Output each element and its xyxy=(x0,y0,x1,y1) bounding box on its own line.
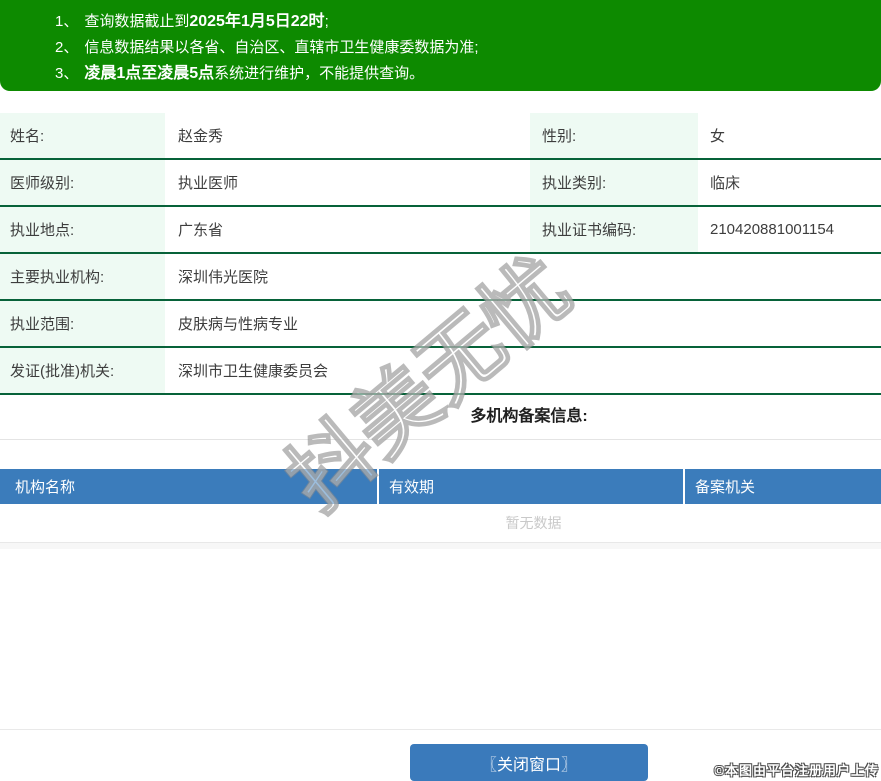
table-row: 发证(批准)机关: 深圳市卫生健康委员会 xyxy=(0,348,881,395)
field-label-practice-category: 执业类别: xyxy=(530,160,698,205)
table-row: 执业地点: 广东省 执业证书编码: 210420881001154 xyxy=(0,207,881,254)
field-value-practice-scope: 皮肤病与性病专业 xyxy=(178,316,299,333)
field-label-practice-location: 执业地点: xyxy=(0,207,165,252)
practitioner-info-table: 姓名: 赵金秀 性别: 女 医师级别: 执业医师 执业类别: 临床 执业地点: … xyxy=(0,113,881,395)
notice-banner: 1、 查询数据截止到2025年1月5日22时; 2、 信息数据结果以各省、自治区、直… xyxy=(0,0,881,91)
table-row: 医师级别: 执业医师 执业类别: 临床 xyxy=(0,160,881,207)
field-value-practice-category: 临床 xyxy=(710,175,741,192)
table-footer-strip xyxy=(0,543,881,549)
field-value-name: 赵金秀 xyxy=(178,128,224,145)
field-value-issuing-authority: 深圳市卫生健康委员会 xyxy=(178,363,329,380)
credit-watermark: ©本图由平台注册用户上传 xyxy=(714,763,879,778)
field-label-name: 姓名: xyxy=(0,113,165,158)
table-row: 执业范围: 皮肤病与性病专业 xyxy=(0,301,881,348)
notice-item-text: 信息数据结果以各省、自治区、直辖市卫生健康委数据为准; xyxy=(84,39,479,56)
column-header-validity-period: 有效期 xyxy=(377,469,683,504)
column-header-filing-authority: 备案机关 xyxy=(683,469,881,504)
notice-item-text: ; xyxy=(324,13,329,30)
notice-item-bold-text: 2025年1月5日22时 xyxy=(189,13,325,30)
close-window-button[interactable]: 〖关闭窗口〗 xyxy=(410,744,648,781)
filing-table-header: 机构名称 有效期 备案机关 xyxy=(0,469,881,504)
field-label-main-institution: 主要执业机构: xyxy=(0,254,165,299)
section-divider xyxy=(0,439,881,440)
empty-data-placeholder: 暂无数据 xyxy=(0,504,881,543)
field-label-practice-scope: 执业范围: xyxy=(0,301,165,346)
notice-item-3: 3、 凌晨1点至凌晨5点系统进行维护，不能提供查询。 xyxy=(55,61,861,87)
table-row: 主要执业机构: 深圳伟光医院 xyxy=(0,254,881,301)
field-label-certificate-number: 执业证书编码: xyxy=(530,207,698,252)
filing-section-title: 多机构备案信息: xyxy=(470,408,588,425)
notice-item-2: 2、 信息数据结果以各省、自治区、直辖市卫生健康委数据为准; xyxy=(55,35,861,61)
notice-item-number: 1、 xyxy=(55,13,79,30)
notice-item-text: 查询数据截止到 xyxy=(84,13,190,30)
notice-item-number: 3、 xyxy=(55,65,79,82)
field-value-doctor-level: 执业医师 xyxy=(178,175,239,192)
column-header-institution-name: 机构名称 xyxy=(15,479,76,496)
notice-item-bold-text: 凌晨1点至凌晨5点 xyxy=(84,65,215,82)
notice-item-number: 2、 xyxy=(55,39,79,56)
field-value-main-institution: 深圳伟光医院 xyxy=(178,269,269,286)
field-value-certificate-number: 210420881001154 xyxy=(710,221,835,238)
table-row: 姓名: 赵金秀 性别: 女 xyxy=(0,113,881,160)
field-value-gender: 女 xyxy=(710,128,726,145)
notice-item-text: 系统进行维护，不能提供查询。 xyxy=(214,65,425,82)
field-value-practice-location: 广东省 xyxy=(178,222,224,239)
field-label-doctor-level: 医师级别: xyxy=(0,160,165,205)
field-label-issuing-authority: 发证(批准)机关: xyxy=(0,348,165,393)
field-label-gender: 性别: xyxy=(530,113,698,158)
notice-item-1: 1、 查询数据截止到2025年1月5日22时; xyxy=(55,9,861,35)
footer-divider xyxy=(0,729,881,730)
